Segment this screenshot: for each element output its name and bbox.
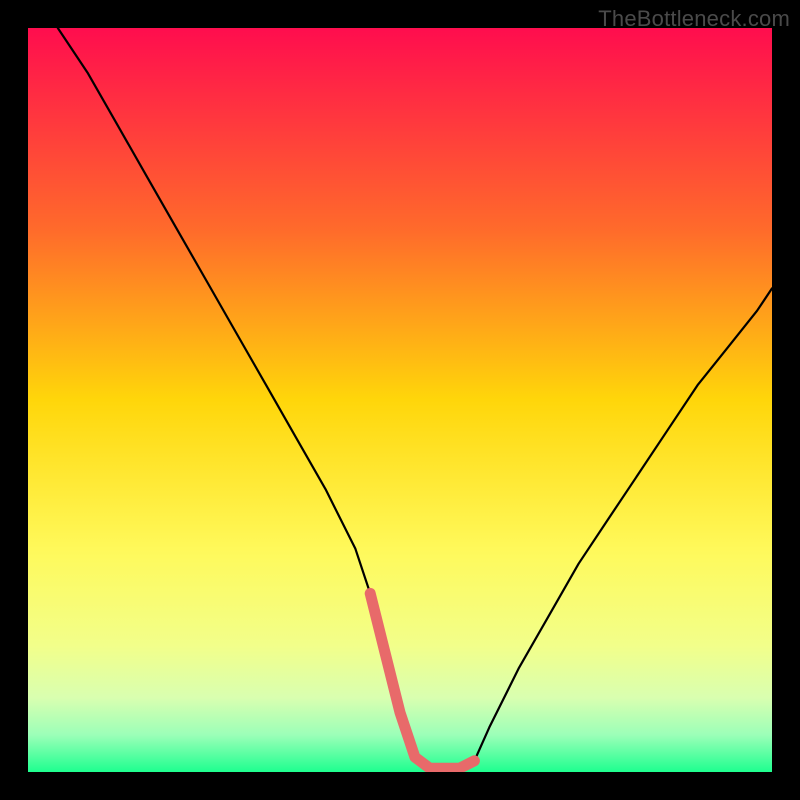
highlight-segment <box>370 593 474 768</box>
main-curve <box>58 28 772 768</box>
watermark-text: TheBottleneck.com <box>598 6 790 32</box>
curve-layer <box>28 28 772 772</box>
plot-area <box>28 28 772 772</box>
